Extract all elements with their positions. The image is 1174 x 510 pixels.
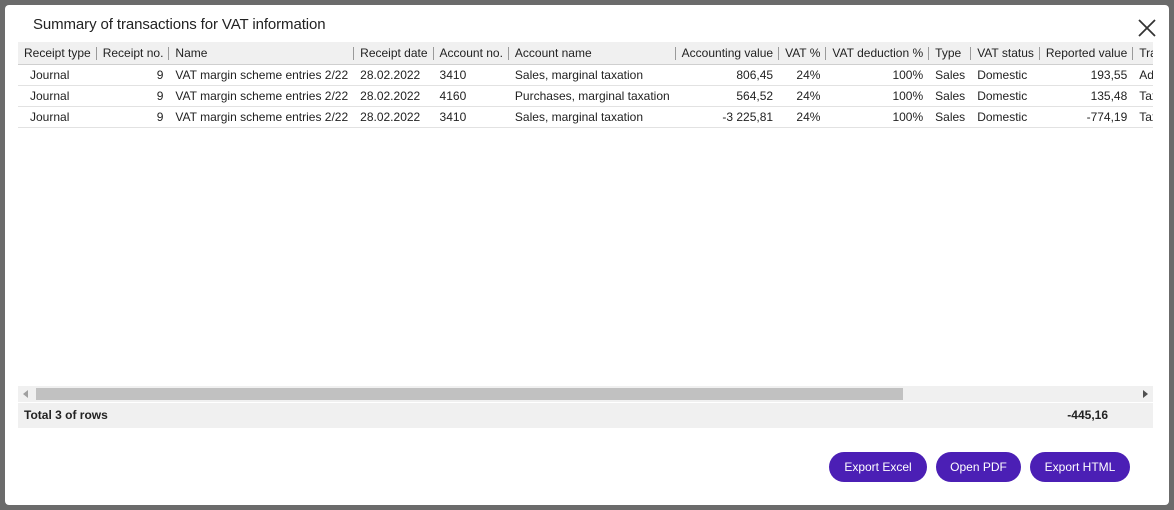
dialog-title: Summary of transactions for VAT informat… <box>33 16 326 33</box>
table-cell: Tax base <box>1133 106 1153 128</box>
column-header-label: Receipt date <box>360 46 428 60</box>
column-header[interactable]: Name <box>169 42 355 65</box>
scrollbar-thumb[interactable] <box>36 388 903 400</box>
table-cell: 193,55 <box>1039 64 1134 86</box>
column-header[interactable]: Account name <box>508 42 676 65</box>
column-header-label: Receipt no. <box>102 46 164 60</box>
table-cell: Purchases, marginal taxation <box>508 85 676 107</box>
column-header-label: VAT status <box>977 46 1034 60</box>
table-cell: VAT margin scheme entries 2/22 <box>169 85 355 107</box>
table-cell: 9 <box>96 85 170 107</box>
column-header-label: VAT % <box>785 46 821 60</box>
table-cell: 24% <box>779 106 827 128</box>
column-header[interactable]: Account no. <box>433 42 509 65</box>
table-row[interactable]: Journal 9 VAT margin scheme entries 2/22 28… <box>18 106 1153 128</box>
table-cell: 9 <box>96 106 170 128</box>
column-header[interactable]: Accounting value <box>675 42 780 65</box>
close-icon-svg <box>1138 19 1156 37</box>
table-row[interactable]: Journal 9 VAT margin scheme entries 2/22 28… <box>18 64 1153 86</box>
table-cell: 3410 <box>433 106 509 128</box>
table-footer: Total 3 of rows -445,16 <box>18 403 1153 428</box>
column-header-label: Name <box>175 46 208 60</box>
table-cell: 28.02.2022 <box>354 64 434 86</box>
transactions-table: Receipt type Receipt no. Name Receipt date A… <box>18 42 1153 128</box>
table-cell: Sales, marginal taxation <box>508 64 676 86</box>
table-cell: 564,52 <box>675 85 780 107</box>
table-cell: 9 <box>96 64 170 86</box>
table-row[interactable]: Journal 9 VAT margin scheme entries 2/22 28… <box>18 85 1153 107</box>
column-header[interactable]: Reported value <box>1039 42 1134 65</box>
table-cell: Domestic <box>971 106 1040 128</box>
column-header[interactable]: Receipt date <box>354 42 434 65</box>
total-reported-value: -445,16 <box>1067 408 1108 422</box>
table-header-row: Receipt type Receipt no. Name Receipt date A… <box>18 42 1153 65</box>
table-cell: VAT margin scheme entries 2/22 <box>169 64 355 86</box>
table-cell: 4160 <box>433 85 509 107</box>
table-cell: 28.02.2022 <box>354 106 434 128</box>
table-cell: -774,19 <box>1039 106 1134 128</box>
table-cell: Domestic <box>971 85 1040 107</box>
table-cell: Adjuster <box>1133 64 1153 86</box>
table-cell: Journal <box>18 64 97 86</box>
table-cell: Journal <box>18 85 97 107</box>
table-cell: 24% <box>779 64 827 86</box>
column-header-label: Account name <box>514 46 592 60</box>
column-header-label: Reported value <box>1045 46 1128 60</box>
column-header[interactable]: Transact <box>1133 42 1153 65</box>
column-header[interactable]: Type <box>929 42 972 65</box>
table-cell: Tax base <box>1133 85 1153 107</box>
table-cell: 100% <box>826 85 930 107</box>
scroll-right-arrow-icon[interactable] <box>1143 390 1148 398</box>
table-cell: Journal <box>18 106 97 128</box>
column-header[interactable]: Receipt no. <box>96 42 170 65</box>
table-cell: -3 225,81 <box>675 106 780 128</box>
table-cell: 28.02.2022 <box>354 85 434 107</box>
export-excel-button[interactable]: Export Excel <box>829 452 927 482</box>
table-cell: Domestic <box>971 64 1040 86</box>
column-header-label: Transact <box>1139 46 1153 60</box>
total-rows-label: Total 3 of rows <box>24 408 108 422</box>
column-header-label: Account no. <box>439 46 503 60</box>
column-header[interactable]: VAT deduction % <box>826 42 930 65</box>
column-header[interactable]: VAT % <box>779 42 827 65</box>
horizontal-scrollbar[interactable] <box>18 386 1153 402</box>
export-html-button[interactable]: Export HTML <box>1030 452 1130 482</box>
table-cell: 135,48 <box>1039 85 1134 107</box>
column-header-label: VAT deduction % <box>832 46 924 60</box>
table-cell: 24% <box>779 85 827 107</box>
table-cell: Sales <box>929 64 972 86</box>
table-cell: 3410 <box>433 64 509 86</box>
table-cell: Sales <box>929 106 972 128</box>
column-header[interactable]: Receipt type <box>18 42 97 65</box>
vat-summary-dialog: Summary of transactions for VAT informat… <box>5 5 1169 505</box>
scroll-left-arrow-icon[interactable] <box>23 390 28 398</box>
column-header-label: Receipt type <box>24 46 91 60</box>
column-header-label: Accounting value <box>681 46 774 60</box>
table-cell: Sales <box>929 85 972 107</box>
transactions-grid[interactable]: Receipt type Receipt no. Name Receipt date A… <box>18 42 1153 386</box>
table-cell: Sales, marginal taxation <box>508 106 676 128</box>
close-icon[interactable] <box>1135 16 1159 40</box>
table-cell: VAT margin scheme entries 2/22 <box>169 106 355 128</box>
open-pdf-button[interactable]: Open PDF <box>936 452 1021 482</box>
table-cell: 100% <box>826 64 930 86</box>
column-header[interactable]: VAT status <box>971 42 1040 65</box>
table-body: Journal 9 VAT margin scheme entries 2/22 28… <box>18 64 1153 128</box>
table-cell: 806,45 <box>675 64 780 86</box>
table-cell: 100% <box>826 106 930 128</box>
column-header-label: Type <box>935 46 962 60</box>
